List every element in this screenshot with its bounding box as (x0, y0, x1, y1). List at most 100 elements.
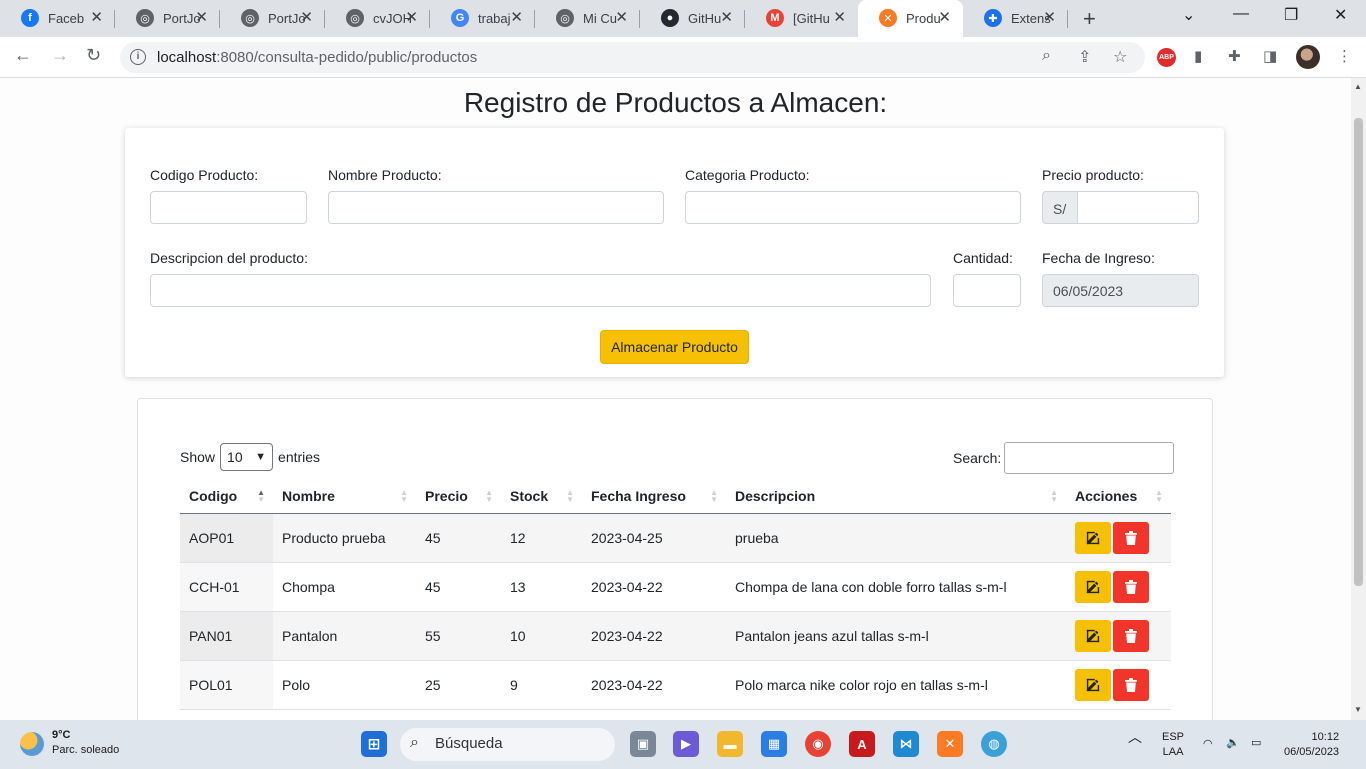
descripcion-input[interactable] (150, 274, 931, 307)
address-bar[interactable]: i localhost:8080/consulta-pedido/public/… (120, 42, 1145, 73)
browser-tab[interactable]: ✕ Produ ✕ (858, 0, 963, 37)
browser-tab[interactable]: ◎ PortJo ✕ (115, 0, 220, 37)
tab-close-icon[interactable]: ✕ (405, 8, 418, 26)
browser-tab[interactable]: ◎ cvJOH ✕ (325, 0, 430, 37)
taskbar-search-text: Búsqueda (435, 735, 503, 752)
edit-button[interactable] (1075, 570, 1111, 603)
cell-stock: 10 (501, 611, 582, 661)
browser-tab[interactable]: M [GitHu ✕ (745, 0, 858, 37)
cell-nombre: Chompa (273, 562, 416, 612)
show-label: Show (180, 449, 216, 465)
battery-icon[interactable]: ▭ (1251, 736, 1261, 751)
language-indicator[interactable]: ESP LAA (1162, 730, 1184, 760)
url-text[interactable]: localhost:8080/consulta-pedido/public/pr… (157, 49, 477, 66)
clock[interactable]: 10:12 06/05/2023 (1284, 730, 1339, 760)
globe-icon: ◎ (136, 9, 154, 27)
store-product-button[interactable]: Almacenar Producto (600, 330, 749, 364)
search-input[interactable] (1004, 442, 1175, 474)
wifi-icon[interactable]: ◠ (1203, 737, 1213, 752)
teams-icon[interactable]: ▶ (673, 731, 699, 757)
scroll-up-arrow-icon[interactable]: ▲ (1354, 82, 1362, 91)
vscode-icon[interactable]: ⋈ (893, 731, 919, 757)
tab-close-icon[interactable]: ✕ (195, 8, 208, 26)
edit-button[interactable] (1075, 668, 1111, 701)
browser-tab[interactable]: ● GitHu ✕ (640, 0, 745, 37)
globe-icon: ◎ (346, 9, 364, 27)
extensions-puzzle-icon[interactable]: ✚ (1228, 47, 1241, 65)
restore-button[interactable]: ❐ (1284, 5, 1298, 25)
profile-avatar[interactable] (1296, 45, 1320, 69)
menu-kebab-icon[interactable]: ⋮ (1337, 47, 1352, 65)
delete-button[interactable] (1113, 521, 1149, 554)
categoria-input[interactable] (685, 191, 1021, 224)
nombre-input[interactable] (328, 191, 664, 224)
reload-icon[interactable]: ↻ (86, 45, 101, 66)
zoom-icon[interactable]: ⌕ (1042, 47, 1051, 65)
delete-button[interactable] (1113, 668, 1149, 701)
table-search-control: Search: (953, 442, 1175, 474)
column-header[interactable]: Precio ▲ ▼ (416, 479, 501, 514)
edit-button[interactable] (1075, 521, 1111, 554)
back-arrow-icon[interactable]: ← (14, 45, 32, 66)
cell-codigo: PAN01 (180, 611, 273, 661)
site-info-icon[interactable]: i (130, 49, 146, 65)
entries-select[interactable]: 10 ▼ (220, 443, 274, 471)
column-header[interactable]: Fecha Ingreso ▲ ▼ (582, 479, 726, 514)
codigo-input[interactable] (150, 191, 307, 224)
fecha-input[interactable]: 06/05/2023 (1042, 274, 1199, 307)
browser-tab[interactable]: Gtrabaj ✕ (430, 0, 535, 37)
cell-codigo: POL01 (180, 660, 273, 710)
precio-input[interactable] (1077, 191, 1199, 224)
store-icon[interactable]: ▦ (761, 731, 787, 757)
column-header[interactable]: Codigo ▲ ▼ (180, 479, 273, 514)
scrollbar-thumb[interactable] (1354, 118, 1363, 586)
taskbar-search[interactable]: ⌕ Búsqueda (400, 728, 615, 761)
xampp-icon: ✕ (879, 9, 897, 27)
cell-fecha: 2023-04-22 (582, 562, 726, 612)
tab-close-icon[interactable]: ✕ (938, 8, 951, 26)
xampp-icon[interactable]: ✕ (937, 731, 963, 757)
tab-close-icon[interactable]: ✕ (833, 8, 846, 26)
edit-icon (1086, 678, 1100, 691)
weather-widget[interactable]: 9°C Parc. soleado (20, 728, 119, 758)
browser-tab[interactable]: f Faceb ✕ (0, 0, 115, 37)
adblock-extension-icon[interactable]: ABP (1157, 48, 1176, 67)
table-row: CCH-01 Chompa 45 13 2023-04-22 Chompa de lana… (180, 562, 1171, 612)
tab-close-icon[interactable]: ✕ (510, 8, 523, 26)
column-header[interactable]: Descripcion ▲ ▼ (726, 479, 1066, 514)
new-tab-button[interactable]: + (1083, 6, 1096, 32)
forward-arrow-icon[interactable]: → (51, 45, 69, 66)
close-window-button[interactable]: ✕ (1334, 5, 1347, 25)
task-view-icon[interactable]: ▣ (630, 731, 656, 757)
minimize-button[interactable]: — (1233, 5, 1249, 23)
tab-close-icon[interactable]: ✕ (1043, 8, 1056, 26)
volume-icon[interactable]: 🔈 (1226, 736, 1240, 751)
cantidad-input[interactable] (953, 274, 1021, 307)
windows-start-icon[interactable]: ⊞ (361, 731, 387, 757)
browser-tab[interactable]: ✚ Extens ✕ (963, 0, 1068, 37)
network-globe-icon[interactable]: ◍ (981, 731, 1007, 757)
tab-close-icon[interactable]: ✕ (300, 8, 313, 26)
chrome-icon[interactable]: ◉ (805, 731, 831, 757)
scroll-down-arrow-icon[interactable]: ▼ (1354, 705, 1362, 714)
tab-close-icon[interactable]: ✕ (720, 8, 733, 26)
extension-icon[interactable]: ▮ (1194, 47, 1202, 65)
column-header[interactable]: Nombre ▲ ▼ (273, 479, 416, 514)
page-scrollbar[interactable]: ▲ ▼ (1351, 78, 1366, 720)
edit-button[interactable] (1075, 619, 1111, 652)
browser-tab[interactable]: ◎ PortJo ✕ (220, 0, 325, 37)
delete-button[interactable] (1113, 619, 1149, 652)
acrobat-icon[interactable]: A (849, 731, 875, 757)
column-header[interactable]: Acciones ▲ ▼ (1066, 479, 1171, 514)
delete-button[interactable] (1113, 570, 1149, 603)
side-panel-icon[interactable]: ◨ (1263, 47, 1277, 65)
share-icon[interactable]: ⇪ (1078, 47, 1091, 67)
file-explorer-icon[interactable]: ▬ (717, 731, 743, 757)
tray-chevron-up-icon[interactable]: ︿ (1128, 730, 1142, 745)
tab-search-chevron-icon[interactable]: ⌄ (1182, 5, 1195, 25)
tab-close-icon[interactable]: ✕ (90, 8, 103, 26)
column-header[interactable]: Stock ▲ ▼ (501, 479, 582, 514)
bookmark-star-icon[interactable]: ☆ (1113, 47, 1127, 67)
tab-close-icon[interactable]: ✕ (615, 8, 628, 26)
browser-tab[interactable]: ◎ Mi Cu ✕ (535, 0, 640, 37)
